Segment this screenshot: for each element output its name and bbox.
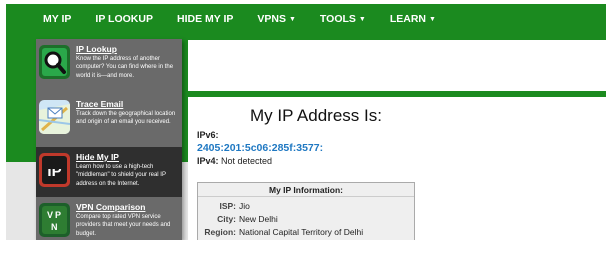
trace-email-icon — [39, 100, 70, 134]
dropdown-item-title: IP Lookup — [76, 44, 117, 54]
page-title: My IP Address Is: — [250, 106, 382, 125]
top-nav: MY IP IP LOOKUP HIDE MY IP VPNS ▼ TOOLS ▼ … — [6, 4, 606, 34]
dropdown-item-hide-my-ip[interactable]: IP Hide My IP Learn how to use a high-te… — [36, 147, 182, 197]
nav-my-ip-label: MY IP — [43, 13, 72, 25]
info-value-city: New Delhi — [239, 214, 278, 224]
dropdown-item-title: Hide My IP — [76, 152, 119, 162]
info-key-region: Region: — [204, 227, 236, 237]
ip-information-title: My IP Information: — [198, 183, 414, 197]
ipv4-row: IPv4: Not detected — [197, 156, 272, 166]
nav-vpns[interactable]: VPNS ▼ — [257, 13, 296, 25]
info-value-isp: Jio — [239, 201, 250, 211]
ip-address-panel: My IP Address Is: IPv6: 2405:201:5c06:28… — [188, 97, 606, 240]
info-value-region: National Capital Territory of Delhi — [239, 227, 364, 237]
chevron-down-icon: ▼ — [429, 16, 436, 23]
nav-learn[interactable]: LEARN ▼ — [390, 13, 436, 25]
vpn-comparison-icon: V P N — [39, 203, 70, 237]
dropdown-item-description: Know the IP address of another computer?… — [76, 56, 174, 79]
nav-my-ip[interactable]: MY IP — [43, 13, 71, 25]
nav-vpns-label: VPNS — [257, 13, 286, 25]
ip-lookup-icon — [39, 45, 70, 79]
nav-ip-lookup-label: IP LOOKUP — [95, 13, 153, 25]
page: MY IP IP LOOKUP HIDE MY IP VPNS ▼ TOOLS ▼ … — [6, 4, 606, 240]
nav-tools[interactable]: TOOLS ▼ — [320, 13, 366, 25]
dropdown-item-ip-lookup[interactable]: IP Lookup Know the IP address of another… — [36, 39, 182, 89]
chevron-down-icon: ▼ — [288, 16, 296, 23]
dropdown-item-description: Learn how to use a high-tech "middleman"… — [76, 164, 166, 187]
info-key-isp: ISP: — [219, 201, 236, 211]
ip-information-box: My IP Information: ISP: Jio City: New De… — [197, 182, 415, 240]
nav-ip-lookup[interactable]: IP LOOKUP — [95, 13, 153, 25]
svg-text:V: V — [47, 210, 53, 220]
dropdown-item-description: Compare top rated VPN service providers … — [76, 214, 171, 237]
nav-tools-label: TOOLS — [319, 13, 356, 25]
svg-text:N: N — [51, 222, 58, 232]
ad-placeholder — [188, 40, 606, 91]
nav-learn-label: LEARN — [389, 13, 427, 25]
hide-my-ip-icon: IP — [39, 153, 70, 187]
ipv4-value: Not detected — [221, 156, 273, 166]
dropdown-item-title: VPN Comparison — [76, 202, 146, 212]
nav-hide-my-ip[interactable]: HIDE MY IP — [177, 13, 233, 25]
tools-dropdown-menu: IP Lookup Know the IP address of another… — [36, 39, 182, 240]
ipv6-label: IPv6: — [197, 130, 219, 140]
svg-text:P: P — [55, 210, 61, 220]
chevron-down-icon: ▼ — [358, 16, 366, 23]
dropdown-item-vpn-comparison[interactable]: V P N VPN Comparison Compare top rated V… — [36, 197, 182, 240]
dropdown-item-trace-email[interactable]: Trace Email Track down the geographical … — [36, 94, 182, 144]
nav-hide-my-ip-label: HIDE MY IP — [176, 13, 234, 25]
dropdown-item-description: Track down the geographical location and… — [76, 111, 176, 126]
ipv6-address-link[interactable]: 2405:201:5c06:285f:3577: — [197, 142, 323, 154]
info-key-city: City: — [217, 214, 236, 224]
dropdown-item-title: Trace Email — [76, 99, 124, 109]
ipv4-label: IPv4: — [197, 156, 219, 166]
